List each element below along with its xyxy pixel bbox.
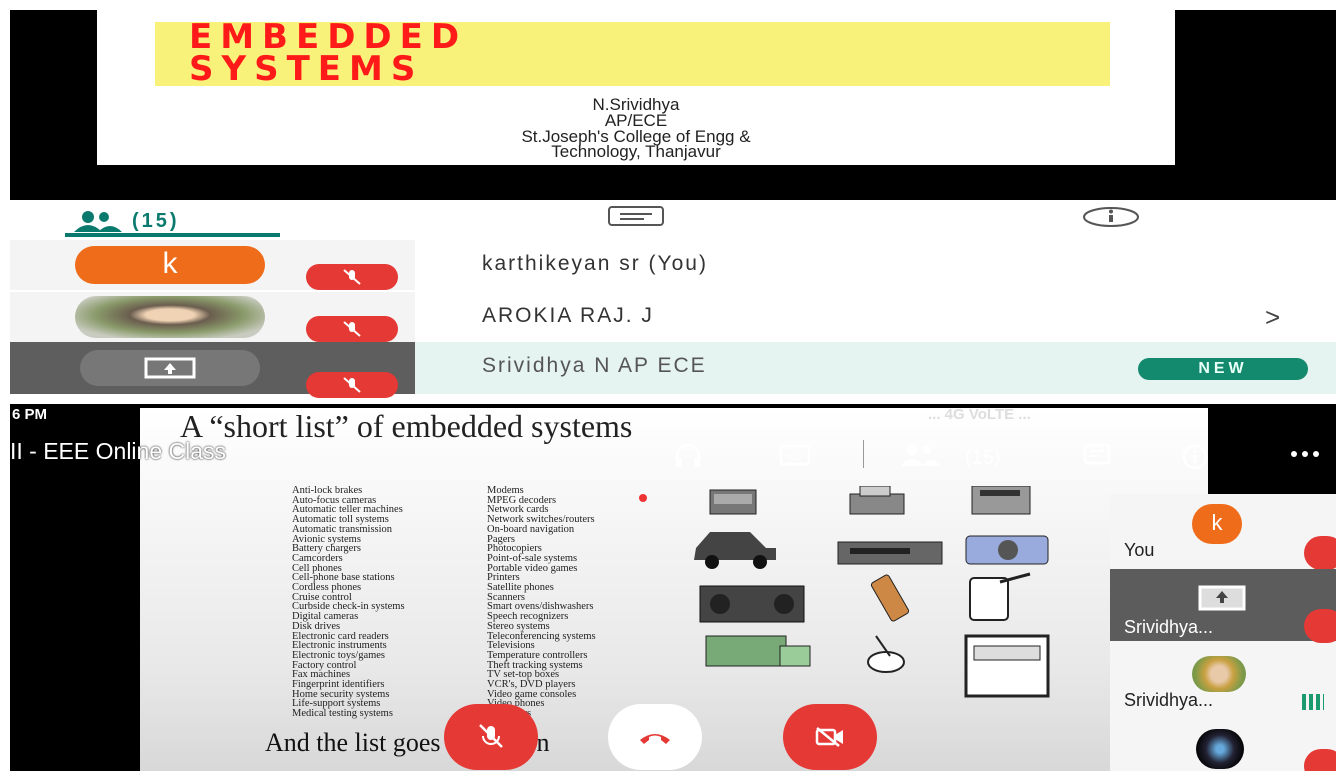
tab-info[interactable] [1082,206,1140,233]
participant-list: k karthikeyan sr (You) AROKIA RAJ. J > S… [10,240,1336,398]
mic-off-icon [1304,609,1336,643]
avatar [1196,729,1244,769]
participant-tile[interactable]: k You [1110,494,1336,570]
tab-bar: (15) [10,200,1336,240]
avatar [75,296,265,338]
participant-name: karthikeyan sr (You) [482,252,708,275]
participant-name: Srividhya N AP ECE [482,354,707,377]
participant-name: Srividhya... [1124,690,1214,710]
washer-icon [964,634,1050,698]
author-line: Technology, Thanjavur [551,142,721,161]
participant-tile[interactable] [1110,719,1336,771]
car-icon [694,532,776,569]
status-bar: 6 PM ... 4G VoLTE ... [10,404,1336,426]
mic-toggle-button[interactable] [444,704,538,770]
presenting-icon [1198,585,1246,611]
status-time: 6 PM [12,406,48,423]
participant-avatar-area [10,342,415,398]
svg-text:CC: CC [789,453,802,463]
participant-panel: k You Srividhya... Srividhya... [1110,494,1336,771]
mic-off-icon [306,372,398,398]
participant-avatar-area: k [10,240,415,290]
info-icon [1083,207,1139,227]
mic-off-icon [1304,536,1336,570]
meeting-screen: A “short list” of embedded systems Anti-… [10,404,1336,771]
presenting-icon [144,357,196,379]
pda-icon [969,572,1031,621]
participant-row[interactable]: k karthikeyan sr (You) [10,240,1336,290]
laser-pointer [639,494,647,502]
participant-name: AROKIA RAJ. J [482,304,654,327]
mic-off-icon [306,264,398,290]
participant-tile[interactable]: Srividhya... [1110,644,1336,716]
mic-off-icon [306,316,398,342]
slide-title-line: SYSTEMS [189,49,424,89]
participant-row[interactable]: AROKIA RAJ. J > [10,292,1336,342]
people-icon [74,211,122,232]
slide-list-item: Medical testing systems [292,708,393,720]
phone-icon [971,486,1031,515]
tab-people[interactable]: (15) [70,206,285,236]
camera-off-icon [815,727,843,747]
speaking-indicator-icon [1302,694,1324,710]
instrument-icon [705,635,811,667]
headphones-icon[interactable] [674,444,702,468]
vcr-icon [837,541,943,565]
divider [863,440,864,468]
participant-row[interactable]: Srividhya N AP ECE NEW [10,342,1336,398]
avatar: k [75,246,265,284]
participant-avatar-area [10,292,415,342]
slide-list-right: Modems MPEG decoders Network cards Network … [487,485,596,719]
participant-tile[interactable]: Srividhya... [1110,569,1336,643]
tab-chat[interactable] [608,206,664,233]
more-options-icon[interactable] [1288,444,1322,464]
participant-name: You [1124,540,1155,560]
end-call-button[interactable] [608,704,702,770]
slide-banner: EMBEDDED SYSTEMS [155,20,1110,89]
slide-list-left: Anti-lock brakes Auto-focus cameras Automa… [292,485,405,720]
people-count[interactable]: (15) [965,447,1001,470]
printer-icon [849,486,905,515]
new-badge: NEW [1138,358,1308,380]
people-icon[interactable] [900,444,940,466]
device-illustrations [694,486,1050,698]
camera-toggle-button[interactable] [783,704,877,770]
participant-name: Srividhya... [1124,617,1214,637]
avatar [1192,656,1246,692]
meeting-title: II - EEE Online Class [10,438,227,464]
chevron-right-icon[interactable]: > [1265,302,1280,333]
hang-up-icon [640,734,670,744]
satellite-icon [867,635,905,673]
info-icon[interactable] [1182,444,1208,470]
camera-icon [965,535,1049,565]
avatar [80,350,260,386]
status-network: ... 4G VoLTE ... [928,406,1031,423]
mic-off-icon [479,724,503,748]
chat-icon[interactable] [1084,444,1110,466]
tab-indicator [65,233,280,237]
avatar: k [1192,504,1242,544]
disk-drive-icon [709,489,757,515]
people-count: (15) [132,209,180,232]
stereo-icon [699,585,805,623]
captions-icon[interactable]: CC [780,444,810,466]
meeting-toolbar: II - EEE Online Class CC (15) [10,434,1336,474]
cell-phone-icon [870,574,910,622]
mic-off-icon [1304,749,1336,771]
chat-icon [608,206,664,226]
